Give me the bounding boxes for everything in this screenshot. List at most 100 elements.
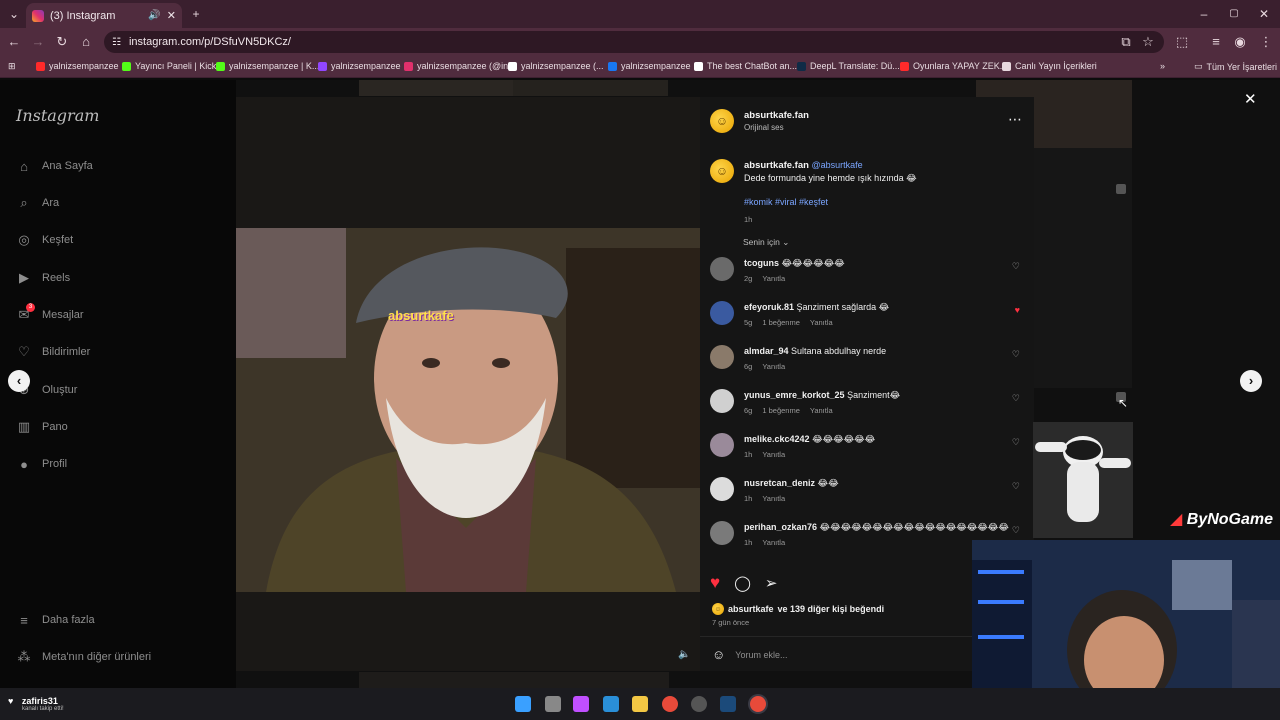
tab-instagram[interactable]: (3) Instagram 🔊 ✕ <box>26 3 182 28</box>
bookmark-item[interactable]: The best ChatBot an... <box>694 61 797 71</box>
sidebar-item-pano[interactable]: ▥ Pano <box>16 419 68 435</box>
bookmark-item[interactable]: Canlı Yayın İçerikleri <box>1002 61 1097 71</box>
more-options-icon[interactable]: ⋯ <box>1008 111 1022 128</box>
bookmark-item[interactable]: yalnizsempanzee <box>36 61 119 71</box>
comment-icon[interactable]: ◯ <box>734 574 751 592</box>
bookmarks-overflow-icon[interactable]: » <box>1160 61 1165 71</box>
comment-like-icon[interactable]: ♡ <box>1012 393 1020 404</box>
liked-by-user[interactable]: absurtkafe <box>728 604 774 614</box>
audio-label[interactable]: Orijinal ses <box>744 123 809 132</box>
comment-likes[interactable]: 1 beğenme <box>762 405 800 417</box>
author-username[interactable]: absurtkafe.fan <box>744 110 809 121</box>
new-tab-button[interactable]: + <box>188 6 204 22</box>
mute-icon[interactable]: 🔈 <box>678 649 690 660</box>
tab-close-icon[interactable]: ✕ <box>167 9 176 22</box>
comment-like-icon[interactable]: ♥ <box>1015 305 1020 315</box>
file-explorer-icon[interactable] <box>632 696 648 712</box>
comment-sort-dropdown[interactable]: Senin için ⌄ <box>743 237 789 248</box>
windows-start-icon[interactable] <box>515 696 531 712</box>
like-heart-icon[interactable]: ♥ <box>710 573 720 593</box>
chrome-icon[interactable] <box>662 696 678 712</box>
add-comment-field[interactable]: ☺ Yorum ekle... <box>712 647 787 662</box>
comment-like-icon[interactable]: ♡ <box>1012 525 1020 536</box>
reply-button[interactable]: Yanıtla <box>810 317 833 329</box>
bookmark-item[interactable]: yalnizsempanzee <box>318 61 401 71</box>
bookmark-item[interactable]: yalnizsempanzee <box>608 61 691 71</box>
commenter-avatar[interactable] <box>710 433 734 457</box>
bookmark-star-icon[interactable]: ☆ <box>1140 34 1156 50</box>
emoji-icon[interactable]: ☺ <box>712 647 725 662</box>
instagram-logo[interactable]: Instagram <box>16 106 99 125</box>
commenter-avatar[interactable] <box>710 477 734 501</box>
sidebar-item-ara[interactable]: ⌕ Ara <box>16 195 59 211</box>
reply-button[interactable]: Yanıtla <box>762 493 785 505</box>
sidebar-item-mesajlar[interactable]: ✉ Mesajlar 3 <box>16 303 84 323</box>
caption-username[interactable]: absurtkafe.fan <box>744 160 809 171</box>
tab-search-icon[interactable]: ⌄ <box>6 6 22 22</box>
sidebar-item-ana-sayfa[interactable]: ⌂ Ana Sayfa <box>16 158 93 174</box>
comment-like-icon[interactable]: ♡ <box>1012 349 1020 360</box>
obs-icon[interactable] <box>691 696 707 712</box>
site-info-icon[interactable]: ☷ <box>112 37 121 48</box>
post-video[interactable]: absurtkafe 🔈 <box>236 97 700 671</box>
back-button[interactable]: ← <box>6 34 22 50</box>
prev-post-button[interactable]: ‹ <box>8 370 30 392</box>
forward-button[interactable]: → <box>30 34 46 50</box>
app-icon[interactable] <box>573 696 589 712</box>
reload-button[interactable]: ↻ <box>54 34 70 50</box>
caption-hashtags[interactable]: #komik #viral #keşfet <box>744 197 828 207</box>
sidebar-item-profil[interactable]: ● Profil <box>16 456 67 472</box>
profile-avatar-icon[interactable]: ◉ <box>1232 34 1248 50</box>
close-modal-icon[interactable]: ✕ <box>1244 90 1257 108</box>
comment-username[interactable]: yunus_emre_korkot_25 <box>744 390 845 400</box>
commenter-avatar[interactable] <box>710 521 734 545</box>
tab-audio-icon[interactable]: 🔊 <box>148 10 160 21</box>
comment-username[interactable]: tcoguns <box>744 258 779 268</box>
comment-username[interactable]: almdar_94 <box>744 346 789 356</box>
window-close-button[interactable]: ✕ <box>1256 6 1272 22</box>
chrome-active-icon[interactable] <box>750 696 766 712</box>
address-bar[interactable]: ☷ instagram.com/p/DSfuVN5DKCz/ <box>104 31 1164 53</box>
commenter-avatar[interactable] <box>710 257 734 281</box>
media-control-icon[interactable]: ≡ <box>1208 34 1224 50</box>
task-view-icon[interactable] <box>545 696 561 712</box>
sidebar-item-keşfet[interactable]: ◎ Keşfet <box>16 232 73 248</box>
sidebar-item-bildirimler[interactable]: ♡ Bildirimler <box>16 344 90 360</box>
comment-likes[interactable]: 1 beğenme <box>762 317 800 329</box>
commenter-avatar[interactable] <box>710 301 734 325</box>
commenter-avatar[interactable] <box>710 345 734 369</box>
commenter-avatar[interactable] <box>710 389 734 413</box>
comment-username[interactable]: melike.ckc4242 <box>744 434 810 444</box>
comment-like-icon[interactable]: ♡ <box>1012 261 1020 272</box>
caption-mention[interactable]: @absurtkafe <box>811 160 862 170</box>
bookmark-item[interactable]: yalnizsempanzee (... <box>508 61 604 71</box>
next-post-button[interactable]: › <box>1240 370 1262 392</box>
steam-icon[interactable] <box>720 696 736 712</box>
reply-button[interactable]: Yanıtla <box>810 405 833 417</box>
bookmark-item[interactable]: Yayıncı Paneli | Kick <box>122 61 216 71</box>
comment-like-icon[interactable]: ♡ <box>1012 437 1020 448</box>
caption-avatar[interactable]: ☺ <box>710 159 734 183</box>
bookmark-item[interactable]: Oyunlara YAPAY ZEK... <box>900 61 1007 71</box>
comment-username[interactable]: nusretcan_deniz <box>744 478 815 488</box>
reply-button[interactable]: Yanıtla <box>762 449 785 461</box>
author-avatar[interactable]: ☺ <box>710 109 734 133</box>
home-button[interactable]: ⌂ <box>78 34 94 50</box>
reply-button[interactable]: Yanıtla <box>762 273 785 285</box>
more-button[interactable]: ≡ Daha fazla <box>16 612 94 628</box>
bookmark-item[interactable]: yalnizsempanzee | K... <box>216 61 319 71</box>
bookmark-item[interactable]: yalnizsempanzee (@in... <box>404 61 516 71</box>
all-bookmarks-button[interactable]: ▭ Tüm Yer İşaretleri <box>1194 61 1277 72</box>
extensions-icon[interactable]: ⬚ <box>1174 34 1190 50</box>
browser-menu-icon[interactable]: ⋮ <box>1258 34 1274 50</box>
sidebar-item-reels[interactable]: ▶ Reels <box>16 270 70 286</box>
comment-username[interactable]: efeyoruk.81 <box>744 302 794 312</box>
meta-products-button[interactable]: ⁂ Meta'nın diğer ürünleri <box>16 649 152 665</box>
bookmark-item[interactable]: DeepL Translate: Dü... <box>797 61 900 71</box>
comment-like-icon[interactable]: ♡ <box>1012 481 1020 492</box>
minimize-button[interactable]: – <box>1196 6 1212 22</box>
liked-by-rest[interactable]: ve 139 diğer kişi beğendi <box>778 604 885 614</box>
reply-button[interactable]: Yanıtla <box>762 537 785 549</box>
apps-icon[interactable]: ⊞ <box>8 61 16 72</box>
maximize-button[interactable]: ▢ <box>1226 6 1242 22</box>
